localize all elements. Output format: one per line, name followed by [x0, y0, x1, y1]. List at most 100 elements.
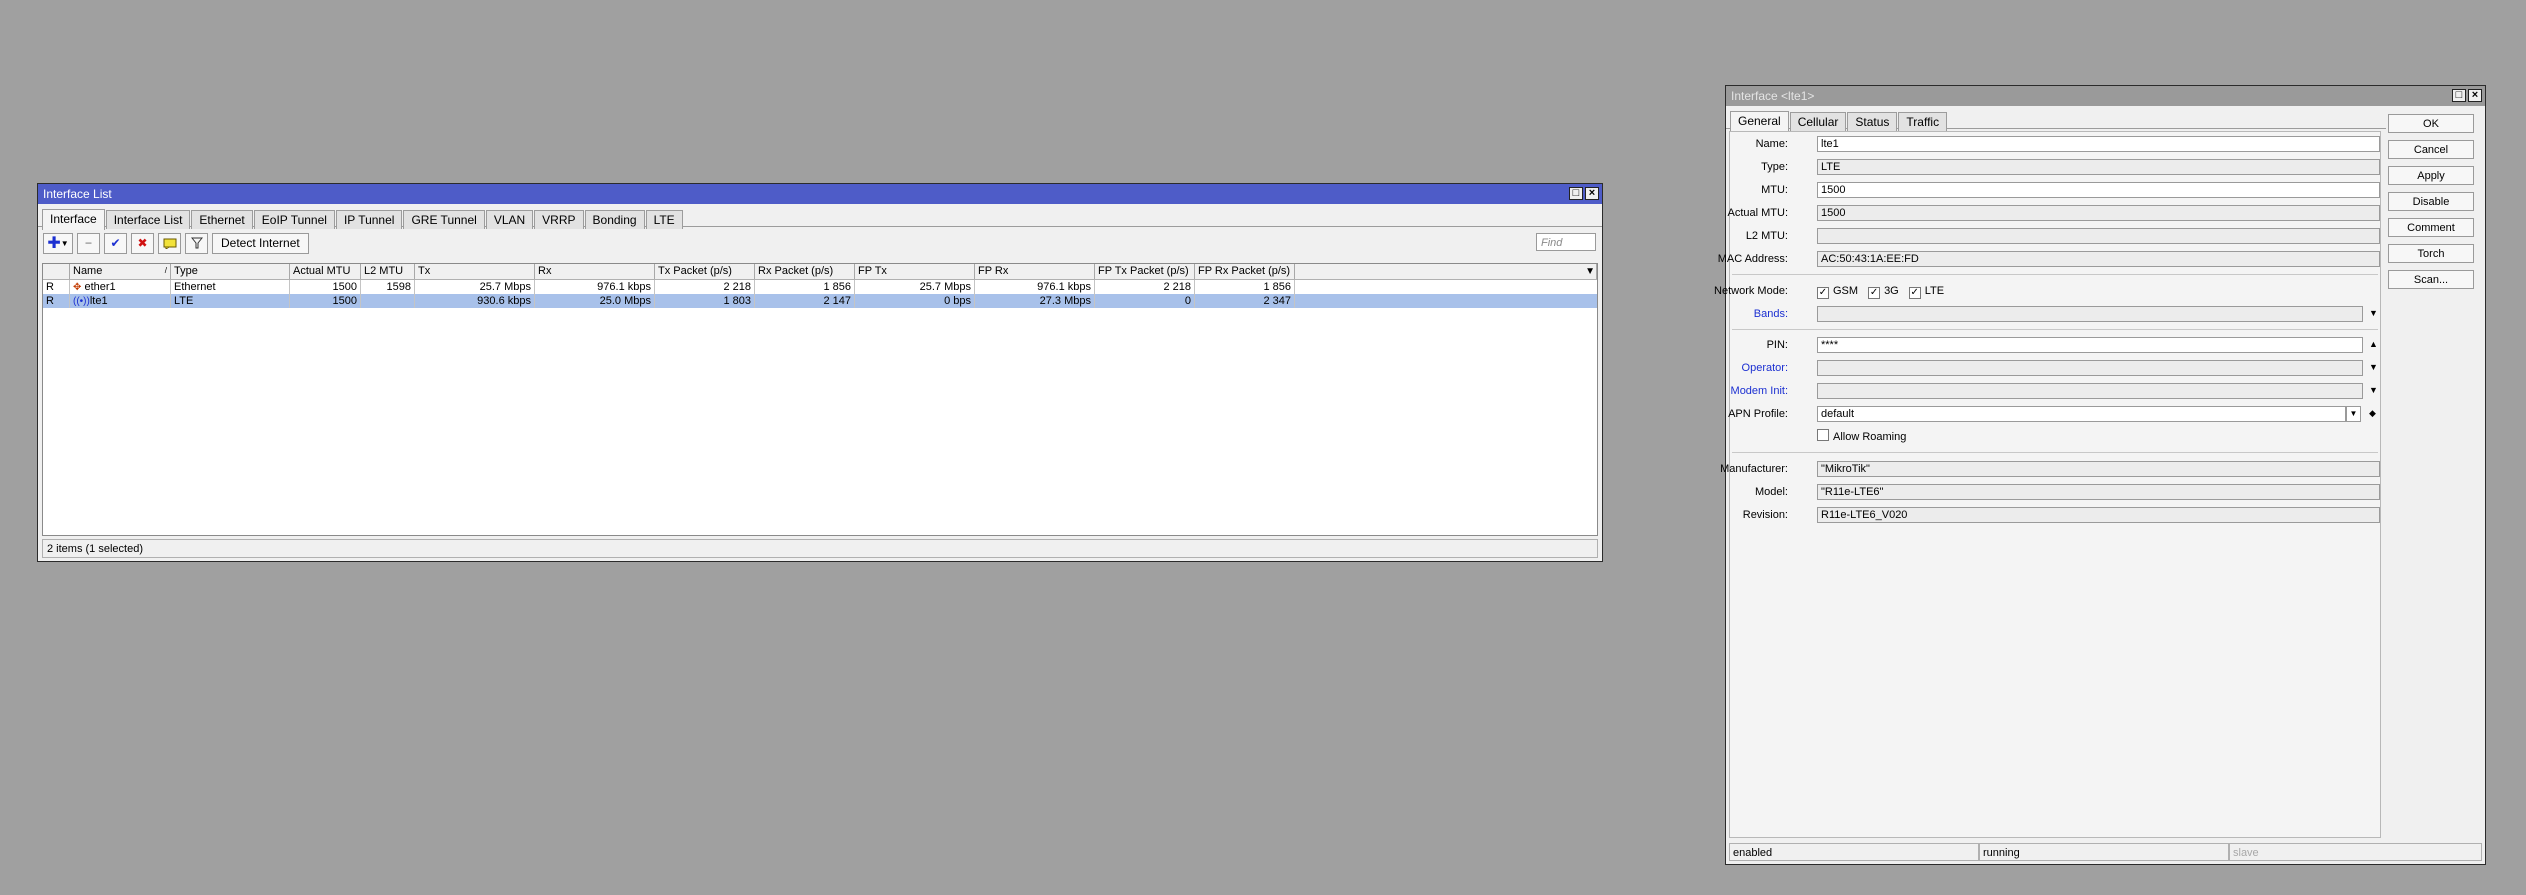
checkbox-empty-icon [1817, 429, 1829, 441]
comment-button[interactable] [158, 232, 181, 254]
operator-field[interactable] [1817, 360, 2363, 376]
column-header-name[interactable]: Name / [70, 264, 171, 279]
column-header-rx[interactable]: Rx [535, 264, 655, 279]
interface-list-status: 2 items (1 selected) [42, 539, 1598, 558]
comment-icon [163, 238, 176, 249]
actual-mtu-field: 1500 [1817, 205, 2380, 221]
gsm-checkbox[interactable]: ✓ GSM [1817, 282, 1858, 300]
dialog-title: Interface <lte1> [1731, 89, 1815, 103]
interface-table: Name / Type Actual MTU L2 MTU Tx Rx Tx Pa… [42, 263, 1598, 536]
close-icon[interactable]: × [2468, 89, 2482, 102]
table-row[interactable]: R ((•))lte1 LTE 1500 930.6 kbps 25.0 Mbp… [43, 294, 1597, 308]
name-input[interactable]: lte1 [1817, 136, 2380, 152]
scan-button[interactable]: Scan... [2388, 270, 2474, 289]
dropdown-toggle-icon[interactable]: ▼ [2346, 406, 2361, 422]
column-header-fp-rx-packet[interactable]: FP Rx Packet (p/s) [1195, 264, 1295, 279]
row-fp-rx: 27.3 Mbps [975, 294, 1095, 308]
cancel-button[interactable]: Cancel [2388, 140, 2474, 159]
detect-internet-button[interactable]: Detect Internet [212, 232, 309, 254]
filter-button[interactable] [185, 232, 208, 254]
row-fp-rx-packet: 1 856 [1195, 280, 1295, 294]
torch-button[interactable]: Torch [2388, 244, 2474, 263]
disable-button[interactable]: ✖ [131, 232, 154, 254]
column-header-tx[interactable]: Tx [415, 264, 535, 279]
divider [1732, 274, 2378, 275]
model-row: Model: "R11e-LTE6" [1730, 483, 2380, 501]
name-label: Name: [1755, 138, 1788, 150]
bands-field[interactable] [1817, 306, 2363, 322]
row-filler [1295, 294, 1597, 308]
column-header-l2-mtu[interactable]: L2 MTU [361, 264, 415, 279]
pin-input[interactable]: **** [1817, 337, 2363, 353]
modem-init-row: Modem Init: ▼ [1730, 382, 2380, 400]
modem-init-label[interactable]: Modem Init: [1688, 382, 1788, 400]
row-type: Ethernet [171, 280, 290, 294]
chevron-down-icon[interactable]: ▼ [2369, 308, 2378, 318]
comment-button[interactable]: Comment [2388, 218, 2474, 237]
chevron-down-icon[interactable]: ▼ [2369, 362, 2378, 372]
column-header-actual-mtu[interactable]: Actual MTU [290, 264, 361, 279]
tab-cellular[interactable]: Cellular [1789, 112, 1847, 131]
bands-label[interactable]: Bands: [1688, 305, 1788, 323]
apply-button[interactable]: Apply [2388, 166, 2474, 185]
interface-list-toolbar: ✚ ▼ − ✔ ✖ Detect Internet Find [38, 227, 1602, 259]
column-header-rx-packet[interactable]: Rx Packet (p/s) [755, 264, 855, 279]
find-input[interactable]: Find [1536, 233, 1596, 251]
chevron-down-icon: ▼ [60, 238, 69, 248]
row-fp-tx: 25.7 Mbps [855, 280, 975, 294]
divider [1732, 329, 2378, 330]
column-header-type[interactable]: Type [171, 264, 290, 279]
remove-button[interactable]: − [77, 232, 100, 254]
name-row: Name: lte1 [1730, 135, 2380, 153]
row-tx-packet: 2 218 [655, 280, 755, 294]
window-title: Interface List [43, 187, 112, 201]
row-rx: 976.1 kbps [535, 280, 655, 294]
row-tx: 930.6 kbps [415, 294, 535, 308]
column-header-fp-rx[interactable]: FP Rx [975, 264, 1095, 279]
interface-dialog-titlebar[interactable]: Interface <lte1> □ × [1726, 86, 2485, 106]
manufacturer-label: Manufacturer: [1720, 463, 1788, 475]
row-fp-tx: 0 bps [855, 294, 975, 308]
mtu-label: MTU: [1761, 184, 1788, 196]
allow-roaming-label: Allow Roaming [1833, 431, 1907, 443]
disable-button[interactable]: Disable [2388, 192, 2474, 211]
mac-field: AC:50:43:1A:EE:FD [1817, 251, 2380, 267]
mtu-input[interactable]: 1500 [1817, 182, 2380, 198]
allow-roaming-checkbox[interactable]: Allow Roaming [1817, 428, 1906, 446]
bands-row: Bands: ▼ [1730, 305, 2380, 323]
table-row[interactable]: R ✥ ether1 Ethernet 1500 1598 25.7 Mbps … [43, 280, 1597, 294]
modem-init-field[interactable] [1817, 383, 2363, 399]
actual-mtu-label: Actual MTU: [1727, 207, 1788, 219]
type-field: LTE [1817, 159, 2380, 175]
column-header-flag[interactable] [43, 264, 70, 279]
row-rx-packet: 2 147 [755, 294, 855, 308]
column-chooser-icon[interactable]: ▼ [1585, 265, 1595, 279]
row-name-label: lte1 [89, 295, 108, 307]
ethernet-icon: ✥ [73, 282, 82, 293]
column-header-tx-packet[interactable]: Tx Packet (p/s) [655, 264, 755, 279]
mtu-row: MTU: 1500 [1730, 181, 2380, 199]
tab-traffic[interactable]: Traffic [1898, 112, 1948, 131]
column-header-fp-tx-packet[interactable]: FP Tx Packet (p/s) [1095, 264, 1195, 279]
apn-profile-select[interactable]: default [1817, 406, 2346, 422]
chevron-down-icon[interactable]: ▼ [2369, 385, 2378, 395]
operator-label[interactable]: Operator: [1688, 359, 1788, 377]
row-filler [1295, 280, 1597, 294]
chevron-up-icon[interactable]: ▲ [2369, 339, 2378, 349]
chevron-up-down-icon[interactable]: ◆ [2369, 408, 2376, 419]
close-icon[interactable]: × [1585, 187, 1599, 200]
3g-checkbox[interactable]: ✓ 3G [1868, 282, 1899, 300]
interface-list-titlebar[interactable]: Interface List □ × [38, 184, 1602, 204]
lte-checkbox[interactable]: ✓ LTE [1908, 282, 1945, 300]
tab-general[interactable]: General [1730, 111, 1789, 132]
add-button[interactable]: ✚ ▼ [43, 232, 73, 254]
plus-icon: ✚ [47, 235, 61, 252]
tab-status[interactable]: Status [1847, 112, 1898, 131]
maximize-icon[interactable]: □ [2452, 89, 2466, 102]
lte-label: LTE [1924, 285, 1945, 297]
apn-profile-label: APN Profile: [1728, 408, 1788, 420]
column-header-fp-tx[interactable]: FP Tx [855, 264, 975, 279]
maximize-icon[interactable]: □ [1569, 187, 1583, 200]
ok-button[interactable]: OK [2388, 114, 2474, 133]
enable-button[interactable]: ✔ [104, 232, 127, 254]
